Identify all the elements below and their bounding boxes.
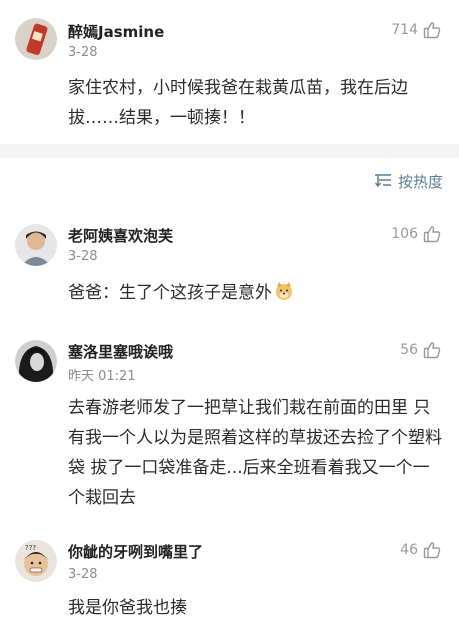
sort-label: 按热度 (397, 173, 443, 191)
comment-date: 昨天 01:21 (68, 369, 136, 384)
sort-icon (374, 172, 392, 192)
avatar[interactable] (15, 224, 57, 266)
comment-date: 3-28 (68, 45, 98, 60)
commenter-name[interactable]: 醉嫣Jasmine (68, 21, 164, 42)
avatar[interactable] (15, 340, 57, 382)
doge-emoji-icon (274, 281, 294, 301)
like-count: 46 (400, 542, 418, 558)
comment-item: ??? 你龇的牙咧到嘴里了 3-28 46 我是你爸我也揍 (0, 530, 459, 630)
like-count: 106 (391, 226, 418, 242)
like-button[interactable]: 46 (400, 541, 441, 559)
like-button[interactable]: 56 (400, 341, 441, 359)
section-divider (0, 144, 459, 158)
like-button[interactable]: 106 (391, 225, 441, 243)
like-count: 714 (391, 22, 418, 38)
avatar[interactable]: ??? (15, 540, 57, 582)
like-button[interactable]: 714 (391, 21, 441, 39)
svg-text:???: ??? (25, 544, 36, 552)
comment-item: 醉嫣Jasmine 3-28 714 家住农村，小时候我爸在栽黄瓜苗，我在后边拔… (0, 0, 459, 144)
comment-item: 老阿姨喜欢泡芙 3-28 106 爸爸：生了个这孩子是意外 (0, 210, 459, 320)
like-count: 56 (400, 342, 418, 358)
commenter-name[interactable]: 老阿姨喜欢泡芙 (68, 225, 173, 246)
comment-date: 3-28 (68, 567, 98, 582)
comment-item: 塞洛里塞哦诶哦 昨天 01:21 56 去春游老师发了一把草让我们栽在前面的田里… (0, 330, 459, 530)
thumb-up-icon (423, 225, 441, 243)
commenter-name[interactable]: 你龇的牙咧到嘴里了 (68, 541, 203, 562)
comment-date: 3-28 (68, 249, 98, 264)
comment-text-body: 爸爸：生了个这孩子是意外 (68, 283, 272, 303)
commenter-name[interactable]: 塞洛里塞哦诶哦 (68, 341, 173, 362)
avatar[interactable] (15, 18, 57, 60)
comment-text: 我是你爸我也揍 (68, 598, 187, 618)
comment-text: 爸爸：生了个这孩子是意外 (68, 278, 445, 308)
thumb-up-icon (423, 341, 441, 359)
sort-by-hot-button[interactable]: 按热度 (374, 171, 443, 192)
comment-text: 家住农村，小时候我爸在栽黄瓜苗，我在后边拔……结果，一顿揍！！ (68, 78, 408, 128)
comment-text: 去春游老师发了一把草让我们栽在前面的田里 只有我一个人以为是照着这样的草拔还去捡… (68, 398, 442, 508)
thumb-up-icon (423, 21, 441, 39)
thumb-up-icon (423, 541, 441, 559)
